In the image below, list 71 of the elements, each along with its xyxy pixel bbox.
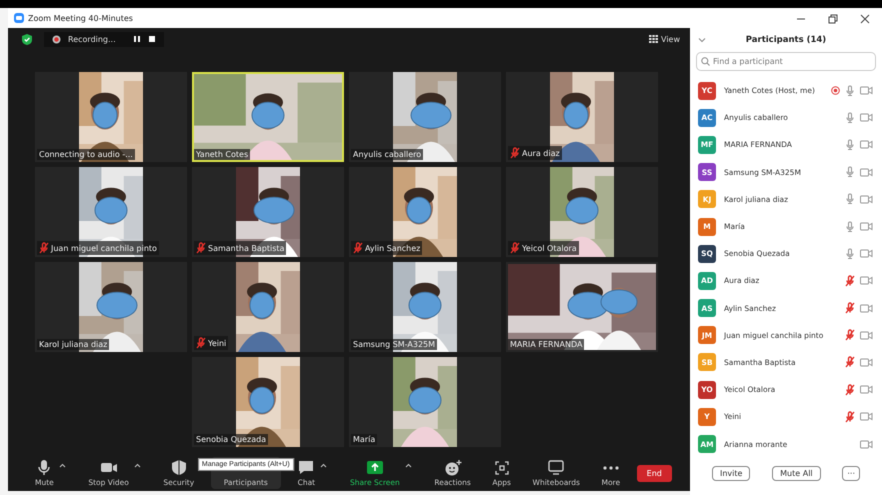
video-camera-icon[interactable] [860, 412, 873, 422]
whiteboard-icon [547, 459, 566, 476]
caret-icon[interactable] [404, 463, 412, 468]
muted-mic-icon[interactable] [845, 302, 855, 314]
participant-name: Senobia Quezada [196, 435, 266, 444]
chevron-icon[interactable] [698, 37, 706, 43]
participant-name: Juan miguel canchila pinto [51, 244, 157, 252]
end-button[interactable]: End [636, 464, 672, 482]
participant-name: Yaneth Cotes [196, 150, 248, 159]
apps-icon [492, 459, 511, 476]
more-button[interactable]: ··· [842, 466, 860, 482]
panel-title: Participants (14) [744, 35, 828, 45]
muted-mic-icon[interactable] [845, 410, 855, 423]
muted-mic-icon[interactable] [845, 384, 855, 396]
video-camera-icon[interactable] [860, 304, 873, 313]
app-logo-icon [14, 13, 24, 23]
grid-icon [649, 35, 658, 43]
video-camera-icon[interactable] [860, 168, 873, 177]
participant-name: Samsung SM-A325M [353, 340, 436, 349]
video-camera-icon[interactable] [860, 194, 873, 204]
stop-icon[interactable] [148, 35, 156, 43]
more-icon [602, 466, 619, 470]
participant-name: Aylin Sanchez [365, 244, 420, 252]
microphone-icon[interactable] [845, 138, 855, 151]
video-camera-icon[interactable] [860, 276, 873, 286]
smiley-icon [444, 459, 462, 476]
participant-name: Yeini [208, 338, 226, 348]
caret-icon[interactable] [320, 463, 328, 468]
view-button[interactable]: View [649, 34, 680, 44]
microphone-icon[interactable] [845, 112, 855, 124]
shield-icon[interactable] [22, 34, 32, 44]
microphone-icon[interactable] [845, 84, 855, 97]
muted-mic-icon[interactable] [845, 356, 855, 368]
window-title: Zoom Meeting 40-Minutes [28, 14, 133, 22]
panel-button[interactable]: Mute All [772, 466, 821, 482]
recording-label: Recording... [68, 34, 116, 44]
video-camera-icon[interactable] [860, 249, 873, 258]
microphone-icon[interactable] [845, 193, 855, 206]
participant-name: María [353, 435, 376, 444]
search-field[interactable]: Find a participant [696, 52, 876, 71]
video-camera-icon[interactable] [860, 330, 873, 340]
participant-name: MARIA FERNANDA [510, 340, 582, 349]
record-icon [52, 34, 61, 44]
video-camera-icon[interactable] [860, 222, 873, 232]
video-camera-icon[interactable] [860, 358, 873, 367]
participant-name: Aura diaz [522, 148, 560, 158]
restore-icon[interactable] [828, 14, 838, 24]
video-camera-icon[interactable] [860, 140, 873, 150]
caret-icon[interactable] [58, 463, 66, 468]
muted-mic-icon[interactable] [845, 274, 855, 287]
participant-name: Yeicol Otalora [522, 244, 577, 252]
microphone-icon[interactable] [845, 248, 855, 260]
muted-mic-icon[interactable] [845, 329, 855, 342]
video-camera-icon[interactable] [860, 86, 873, 96]
participant-name: Anyulis caballero [353, 150, 422, 159]
shield-icon [170, 459, 188, 476]
search-icon [701, 57, 710, 66]
participant-name: Samantha Baptista [208, 244, 284, 252]
pause-icon[interactable] [132, 35, 141, 43]
participant-name: Connecting to audio -... [39, 150, 133, 159]
video-camera-icon[interactable] [860, 440, 873, 449]
close-icon[interactable] [860, 14, 870, 24]
microphone-icon[interactable] [845, 220, 855, 233]
video-camera-icon[interactable] [860, 113, 873, 122]
caret-icon[interactable] [134, 463, 141, 468]
share-screen-icon [366, 459, 384, 476]
video-camera-icon[interactable] [860, 385, 873, 394]
panel-button[interactable]: Invite [712, 466, 750, 482]
participant-name: Karol juliana diaz [39, 340, 108, 349]
chat-icon [297, 459, 316, 476]
microphone-icon[interactable] [845, 166, 855, 178]
